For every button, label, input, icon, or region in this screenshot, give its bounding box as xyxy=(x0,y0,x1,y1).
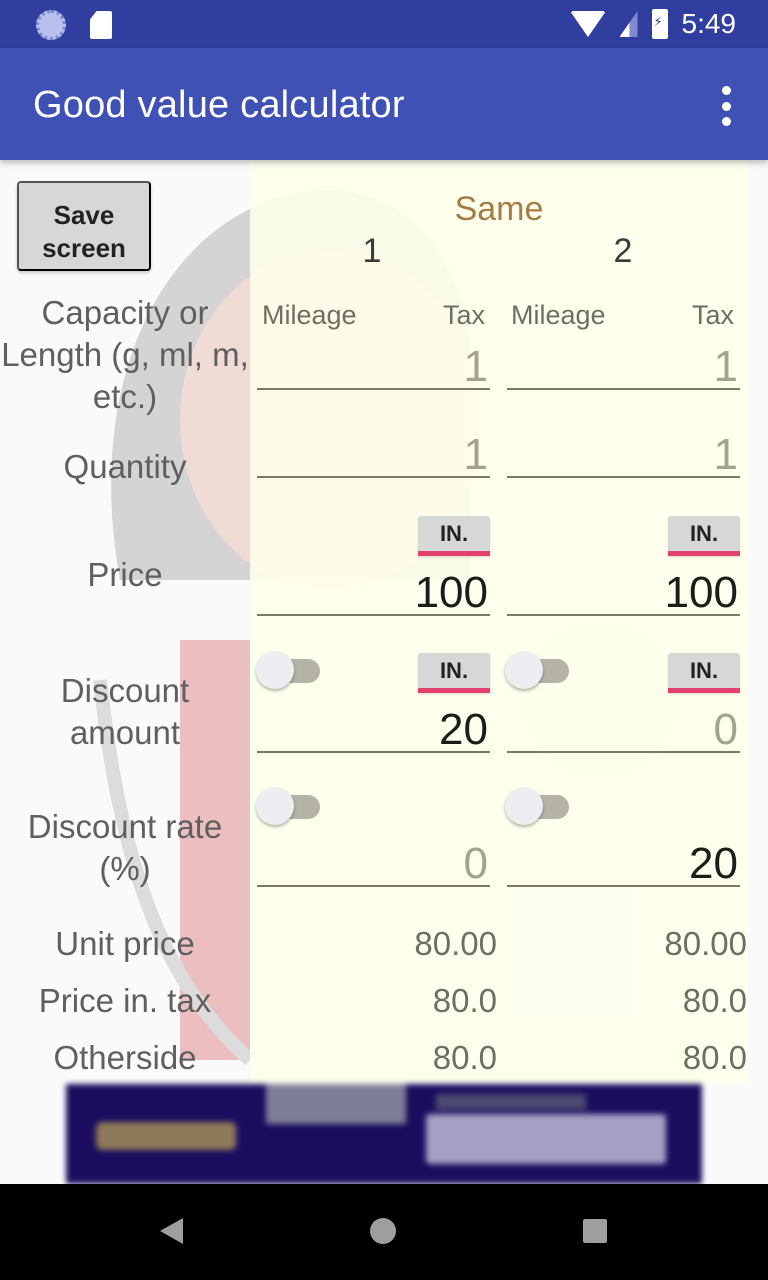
calculator-content: Save screen Same 1 2 Mileage Tax Mileage… xyxy=(0,160,768,1184)
ad-banner[interactable] xyxy=(66,1084,702,1184)
price-in-tax-value-1: 80.0 xyxy=(432,982,497,1019)
column-1-header: 1 xyxy=(362,232,382,270)
battery-charging-icon xyxy=(651,9,668,39)
discount-rate-switch-2[interactable] xyxy=(505,786,569,826)
clock: 5:49 xyxy=(681,8,737,39)
price-input-1[interactable]: 100 xyxy=(257,570,490,616)
price-in-tax-label: Price in. tax xyxy=(38,982,212,1019)
signal-icon xyxy=(620,11,638,37)
wifi-icon xyxy=(569,11,606,37)
navigation-bar xyxy=(0,1184,768,1280)
tax-toggle-1[interactable]: Tax xyxy=(443,300,485,331)
otherside-label: Otherside xyxy=(53,1039,197,1076)
unit-price-label: Unit price xyxy=(55,925,195,962)
same-label: Same xyxy=(454,190,544,228)
app-title: Good value calculator xyxy=(33,84,405,126)
mileage-toggle-2[interactable]: Mileage xyxy=(511,300,606,331)
quantity-input-2[interactable]: 1 xyxy=(507,432,740,478)
capacity-input-1[interactable]: 1 xyxy=(257,344,490,390)
app-bar: Good value calculator xyxy=(0,48,768,160)
unit-price-value-2: 80.00 xyxy=(664,925,747,962)
discount-tax-included-button-2[interactable]: IN. xyxy=(668,653,740,693)
discount-tax-included-button-1[interactable]: IN. xyxy=(418,653,490,693)
sync-icon xyxy=(36,10,66,40)
capacity-input-2[interactable]: 1 xyxy=(507,344,740,390)
mileage-toggle-1[interactable]: Mileage xyxy=(262,300,357,331)
home-icon[interactable] xyxy=(370,1218,396,1244)
price-input-2[interactable]: 100 xyxy=(507,570,740,616)
tax-toggle-2[interactable]: Tax xyxy=(692,300,734,331)
quantity-input-1[interactable]: 1 xyxy=(257,432,490,478)
discount-amount-input-2[interactable]: 0 xyxy=(507,707,740,753)
price-label: Price xyxy=(87,556,163,593)
status-bar: 5:49 xyxy=(0,0,768,48)
discount-rate-label: Discount rate (%) xyxy=(27,808,223,887)
discount-rate-switch-1[interactable] xyxy=(256,786,320,826)
otherside-value-1: 80.0 xyxy=(432,1039,497,1076)
quantity-label: Quantity xyxy=(63,448,187,485)
recents-icon[interactable] xyxy=(583,1219,607,1243)
unit-price-value-1: 80.00 xyxy=(414,925,497,962)
price-tax-included-button-2[interactable]: IN. xyxy=(668,516,740,556)
otherside-value-2: 80.0 xyxy=(682,1039,747,1076)
sd-card-icon xyxy=(90,11,112,39)
discount-amount-label: Discount amount xyxy=(60,672,190,751)
save-screen-button[interactable]: Save screen xyxy=(17,181,151,271)
more-vert-icon[interactable] xyxy=(714,86,738,126)
discount-rate-input-1[interactable]: 0 xyxy=(257,841,490,887)
discount-rate-input-2[interactable]: 20 xyxy=(507,841,740,887)
back-icon[interactable] xyxy=(160,1218,183,1244)
capacity-label: Capacity or Length (g, ml, m, etc.) xyxy=(1,294,249,415)
column-2-header: 2 xyxy=(613,232,633,270)
price-in-tax-value-2: 80.0 xyxy=(682,982,747,1019)
price-tax-included-button-1[interactable]: IN. xyxy=(418,516,490,556)
discount-amount-input-1[interactable]: 20 xyxy=(257,707,490,753)
discount-amount-switch-1[interactable] xyxy=(256,650,320,690)
discount-amount-switch-2[interactable] xyxy=(505,650,569,690)
